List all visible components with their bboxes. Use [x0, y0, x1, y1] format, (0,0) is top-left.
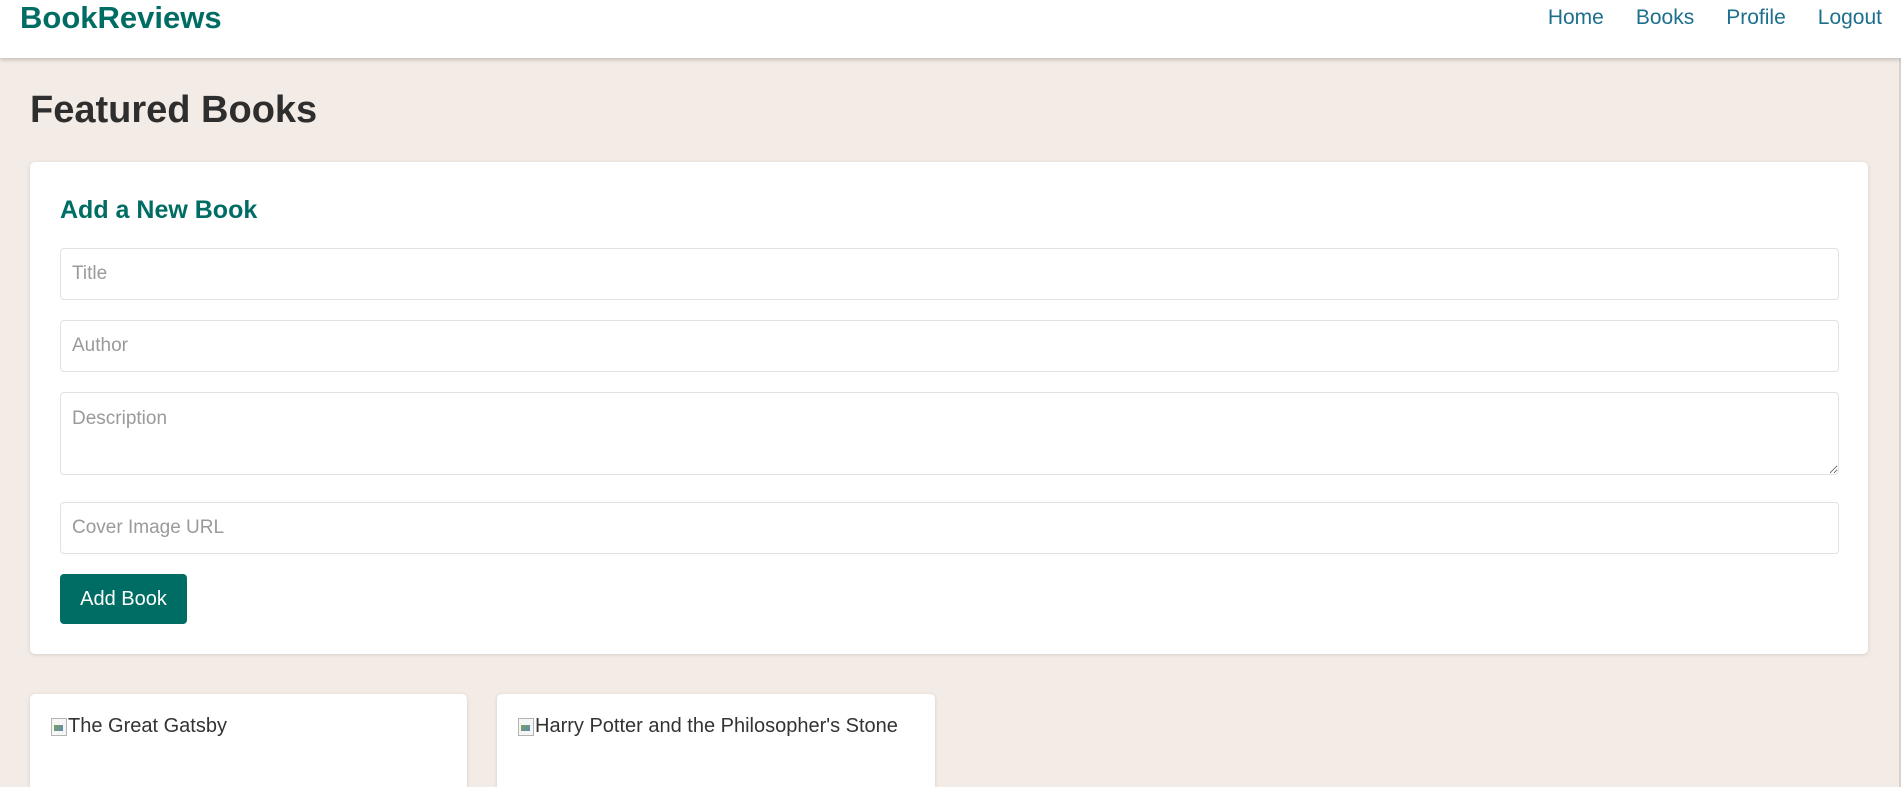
book-cover-image: Harry Potter and the Philosopher's Stone: [517, 714, 898, 738]
add-book-form: Add a New Book Add Book: [30, 162, 1868, 654]
book-cover-alt-text: Harry Potter and the Philosopher's Stone: [535, 715, 898, 737]
book-card[interactable]: The Great Gatsby: [30, 694, 467, 787]
author-input[interactable]: [60, 320, 1839, 372]
book-card[interactable]: Harry Potter and the Philosopher's Stone: [497, 694, 935, 787]
description-textarea[interactable]: [60, 392, 1839, 475]
cover-url-input[interactable]: [60, 502, 1839, 554]
nav-link-logout[interactable]: Logout: [1818, 6, 1882, 30]
title-input[interactable]: [60, 248, 1839, 300]
brand-logo[interactable]: BookReviews: [20, 0, 222, 36]
nav-link-books[interactable]: Books: [1636, 6, 1694, 30]
navbar: BookReviews Home Books Profile Logout: [0, 0, 1901, 58]
form-heading: Add a New Book: [60, 196, 258, 224]
nav-link-home[interactable]: Home: [1548, 6, 1604, 30]
nav-link-profile[interactable]: Profile: [1726, 6, 1786, 30]
add-book-button[interactable]: Add Book: [60, 574, 187, 624]
broken-image-icon: [50, 716, 68, 736]
book-cover-alt-text: The Great Gatsby: [68, 715, 227, 737]
broken-image-icon: [517, 716, 535, 736]
page-title: Featured Books: [30, 89, 318, 131]
book-cover-image: The Great Gatsby: [50, 714, 227, 738]
nav-links: Home Books Profile Logout: [1516, 6, 1882, 30]
